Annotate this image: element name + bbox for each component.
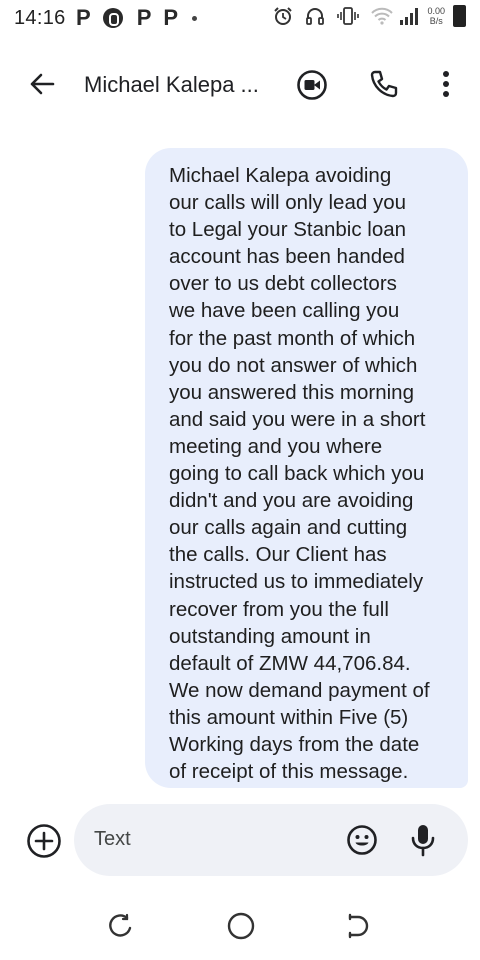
net-speed-value: 0.00	[427, 6, 445, 16]
more-vert-icon[interactable]	[434, 68, 458, 100]
battery-icon	[453, 5, 466, 27]
message-input[interactable]: Text	[94, 828, 131, 851]
notification-icons: P P P	[76, 5, 198, 31]
p-app-icon: P	[163, 5, 179, 30]
alarm-icon	[274, 7, 293, 25]
add-circle-icon[interactable]	[26, 823, 62, 859]
video-call-icon[interactable]	[296, 69, 328, 101]
back-arrow-icon[interactable]	[28, 70, 56, 98]
message-text: Michael Kalepa avoiding our calls will o…	[169, 164, 430, 784]
messages-screen: 14:16 P P P 0.00 B/s Michael Kalepa ... …	[0, 0, 480, 960]
net-speed-unit: B/s	[429, 16, 443, 26]
status-bar: 14:16 P P P 0.00 B/s	[0, 0, 480, 38]
more-notifications-dot	[192, 15, 198, 21]
status-time: 14:16	[14, 7, 66, 29]
system-icons: 0.00 B/s	[261, 5, 466, 27]
recent-apps-icon[interactable]	[106, 912, 134, 940]
phone-icon[interactable]	[368, 68, 400, 100]
back-icon[interactable]	[344, 912, 372, 940]
conversation-app-bar: Michael Kalepa ...	[0, 56, 480, 112]
p-app-icon: P	[136, 5, 152, 30]
emoji-icon[interactable]	[346, 824, 378, 856]
signal-icon	[400, 8, 419, 25]
compose-field[interactable]: Text	[74, 804, 468, 876]
p-app-icon: P	[76, 5, 91, 30]
vibrate-icon	[337, 7, 360, 25]
home-icon[interactable]	[226, 911, 256, 941]
message-bubble[interactable]: Michael Kalepa avoiding our calls will o…	[145, 148, 468, 788]
wifi-icon	[371, 7, 394, 25]
headset-icon	[306, 8, 325, 25]
shazam-icon	[102, 8, 123, 28]
net-speed: 0.00 B/s	[427, 6, 445, 26]
contact-name[interactable]: Michael Kalepa ...	[84, 72, 259, 98]
mic-icon[interactable]	[410, 822, 436, 858]
